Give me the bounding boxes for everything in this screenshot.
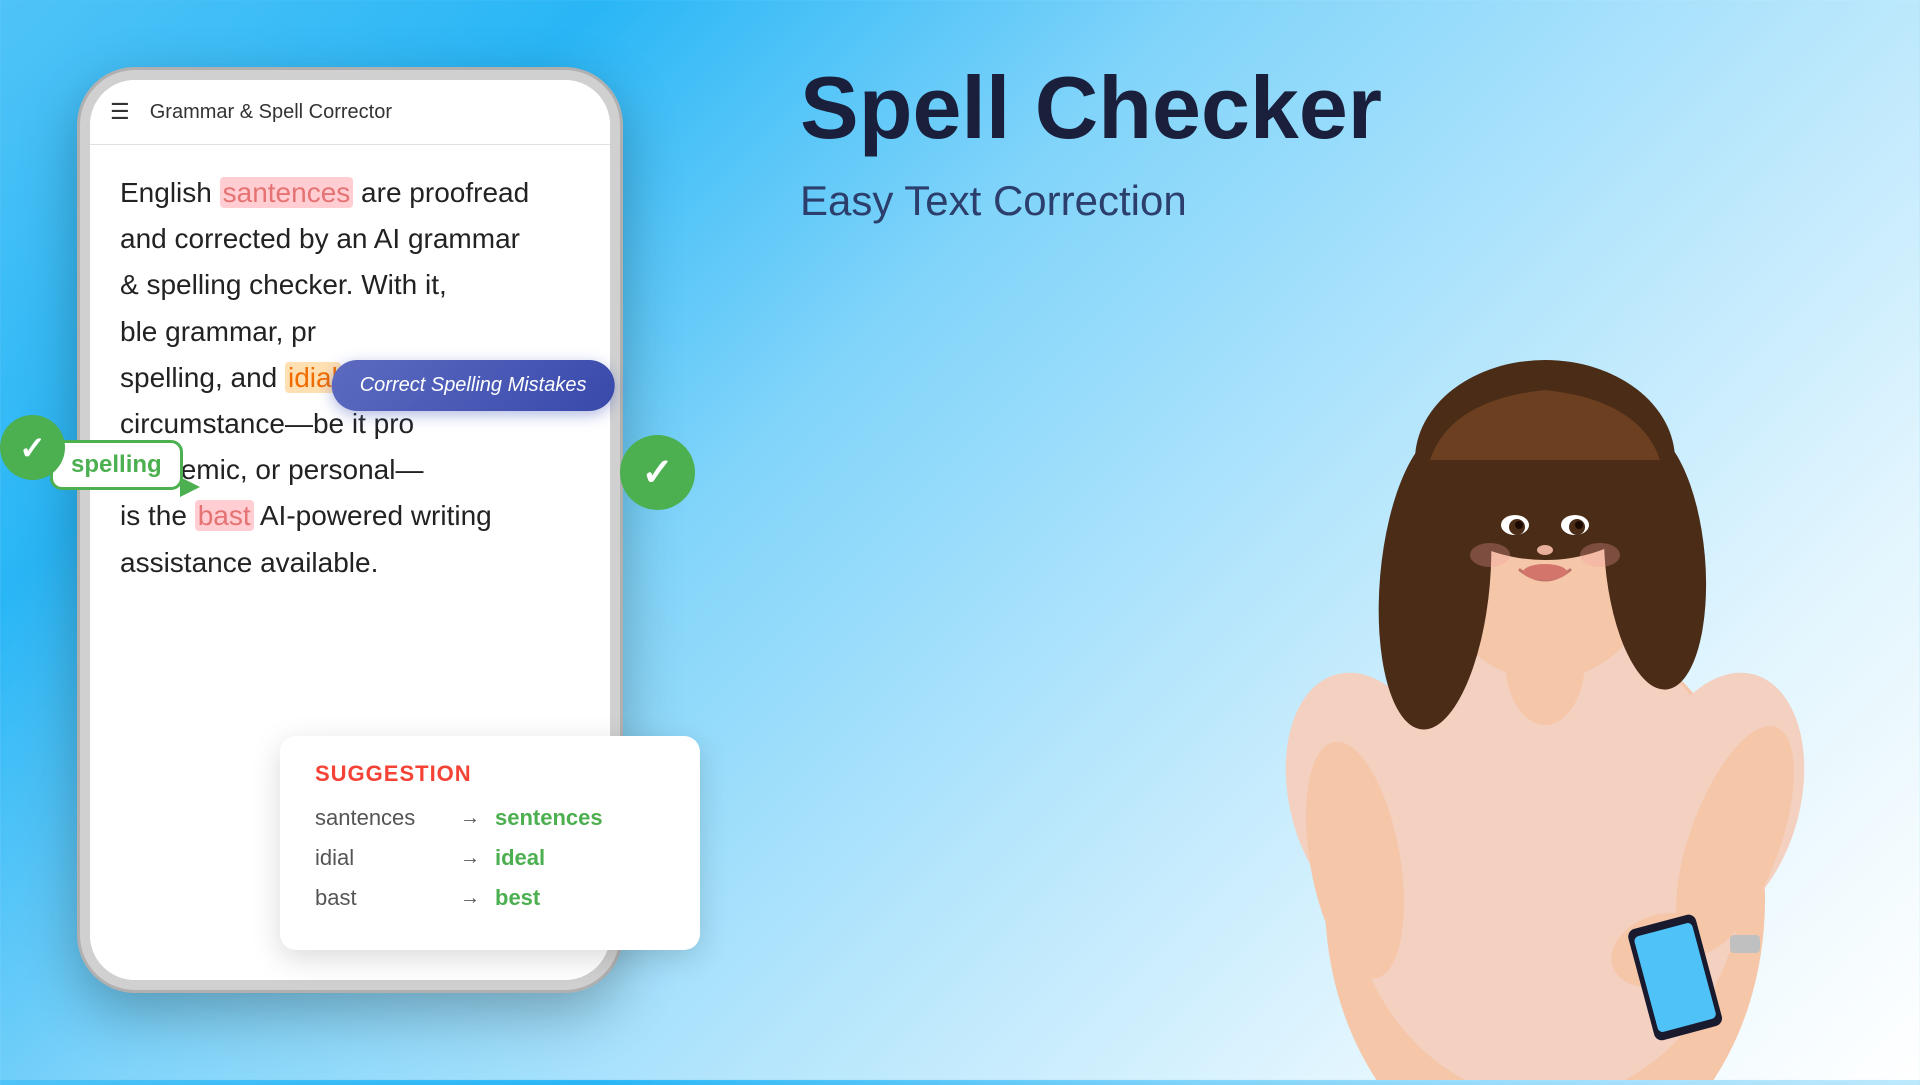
text-are-proofread: are proofread xyxy=(353,177,529,208)
text-assistance: assistance available. xyxy=(120,540,580,586)
phone-top-bar: ☰ Grammar & Spell Corrector xyxy=(90,80,610,145)
suggestion-row-1: santences → sentences xyxy=(315,805,665,831)
suggestion-row-3: bast → best xyxy=(315,885,665,911)
wrong-word-1: santences xyxy=(315,805,445,831)
app-subtitle: Easy Text Correction xyxy=(800,177,1187,225)
text-line4: ble grammar, pr xyxy=(120,309,580,355)
spelling-bubble: spelling xyxy=(50,440,183,490)
error-bast: bast xyxy=(195,500,254,531)
green-check-right-icon: ✓ xyxy=(620,435,695,510)
arrow-icon-1: → xyxy=(460,807,480,830)
left-section: ✓ ☰ Grammar & Spell Corrector English sa… xyxy=(0,0,720,1080)
arrow-icon-3: → xyxy=(460,887,480,910)
hamburger-icon[interactable]: ☰ xyxy=(110,99,130,125)
suggestion-title: SUGGESTION xyxy=(315,761,665,787)
text-line3: & spelling checker. With it, xyxy=(120,262,580,308)
suggestion-card: SUGGESTION santences → sentences idial →… xyxy=(280,736,700,950)
text-english: English xyxy=(120,177,220,208)
correct-word-1: sentences xyxy=(495,805,603,831)
green-check-left-icon: ✓ xyxy=(0,415,65,480)
text-is-the: is the xyxy=(120,500,195,531)
phone-app-title: Grammar & Spell Corrector xyxy=(150,101,392,124)
text-ai-powered: AI-powered writing xyxy=(254,500,492,531)
text-spelling-and: spelling, and xyxy=(120,362,285,393)
suggestion-row-2: idial → ideal xyxy=(315,845,665,871)
arrow-icon-2: → xyxy=(460,847,480,870)
correct-spelling-button[interactable]: Correct Spelling Mistakes xyxy=(332,360,615,411)
phone-wrapper: ✓ ☰ Grammar & Spell Corrector English sa… xyxy=(80,70,640,1010)
correct-word-3: best xyxy=(495,885,540,911)
wrong-word-2: idial xyxy=(315,845,445,871)
wrong-word-3: bast xyxy=(315,885,445,911)
text-line2: and corrected by an AI grammar xyxy=(120,216,580,262)
woman-image xyxy=(1170,80,1920,1080)
error-santences: santences xyxy=(220,177,354,208)
correct-word-2: ideal xyxy=(495,845,545,871)
spelling-bubble-text: spelling xyxy=(71,451,162,479)
right-section: Spell Checker Easy Text Correction xyxy=(720,0,1920,1080)
